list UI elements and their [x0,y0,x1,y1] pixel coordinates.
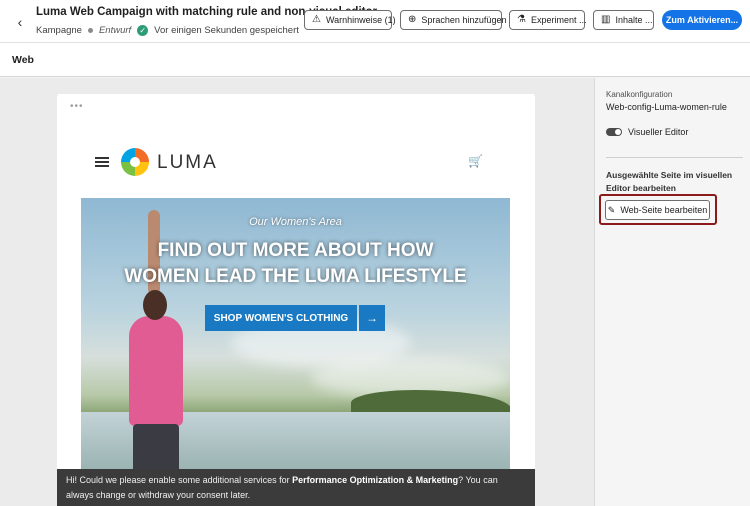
channel-config-value: Web-config-Luma-women-rule [606,102,727,112]
visual-editor-toggle[interactable] [606,128,622,136]
consent-text-bold: Performance Optimization & Marketing [292,475,459,485]
chart-icon: ▥ [601,14,611,25]
channel-title: Web [12,54,34,66]
activate-button[interactable]: Zum Aktivieren... [662,10,742,30]
web-page-preview: ••• LUMA 🛒 Our Women's Area FIND OUT MOR… [57,94,535,506]
channel-config-label: Kanalkonfiguration [606,90,673,99]
hero-kicker: Our Women's Area [249,216,342,228]
flask-icon: ⚗ [517,14,526,25]
checkmark-icon: ✓ [137,25,149,36]
warnings-label: Warnhinweise (1) [325,15,396,25]
hamburger-menu-icon [95,157,109,167]
edit-web-page-button[interactable]: ✎ Web-Seite bearbeiten [605,200,710,220]
experiment-button[interactable]: ⚗ Experiment ... [509,10,587,30]
consent-text-start: Hi! Could we please enable some addition… [66,475,293,485]
shop-womens-clothing-button[interactable]: SHOP WOMEN'S CLOTHING → [205,305,385,331]
luma-logo-icon [121,148,149,176]
experiment-label: Experiment ... [530,15,587,25]
channel-subheader: Web [0,43,750,77]
arrow-right-icon: → [359,305,385,331]
edit-web-page-label: Web-Seite bearbeiten [620,205,708,215]
highlight-frame: ✎ Web-Seite bearbeiten [599,194,717,225]
status-dot-icon [87,28,93,33]
alert-icon: ⚠ [312,14,321,25]
cta-label: SHOP WOMEN'S CLOTHING [205,305,357,331]
campaign-type: Kampagne [36,25,82,36]
panel-divider [606,157,743,158]
content-button[interactable]: ▥ Inhalte ... [593,10,654,30]
hero-heading-line-1: FIND OUT MORE ABOUT HOW [157,240,434,261]
torso-shape [129,316,183,426]
hero-heading-line-2: WOMEN LEAD THE LUMA LIFESTYLE [124,266,467,287]
consent-banner: Hi! Could we please enable some addition… [57,469,535,506]
warnings-button[interactable]: ⚠ Warnhinweise (1) [304,10,396,30]
cart-icon: 🛒 [468,154,483,168]
saved-status: Vor einigen Sekunden gespeichert [154,25,299,36]
add-languages-label: Sprachen hinzufügen [421,15,507,25]
preview-canvas: ••• LUMA 🛒 Our Women's Area FIND OUT MOR… [0,78,594,506]
add-languages-button[interactable]: ⊕ Sprachen hinzufügen [400,10,506,30]
more-options-icon[interactable]: ••• [70,101,84,112]
properties-panel: Kanalkonfiguration Web-config-Luma-women… [594,78,750,506]
hero-banner: Our Women's Area FIND OUT MORE ABOUT HOW… [81,198,510,488]
edit-section-title: Ausgewählte Seite im visuellen Editor be… [606,170,733,193]
pencil-icon: ✎ [607,204,616,215]
hero-heading: FIND OUT MORE ABOUT HOW WOMEN LEAD THE L… [81,238,510,290]
visual-editor-label: Visueller Editor [628,127,689,137]
globe-icon: ⊕ [408,14,417,25]
chevron-left-icon[interactable]: ‹ [10,12,30,32]
campaign-header: ‹ Luma Web Campaign with matching rule a… [0,0,750,43]
content-label: Inhalte ... [615,15,653,25]
luma-brand-name: LUMA [157,152,218,173]
status-badge: Entwurf [98,25,132,36]
campaign-meta: Kampagne Entwurf ✓ Vor einigen Sekunden … [36,25,299,36]
head-shape [143,290,167,320]
